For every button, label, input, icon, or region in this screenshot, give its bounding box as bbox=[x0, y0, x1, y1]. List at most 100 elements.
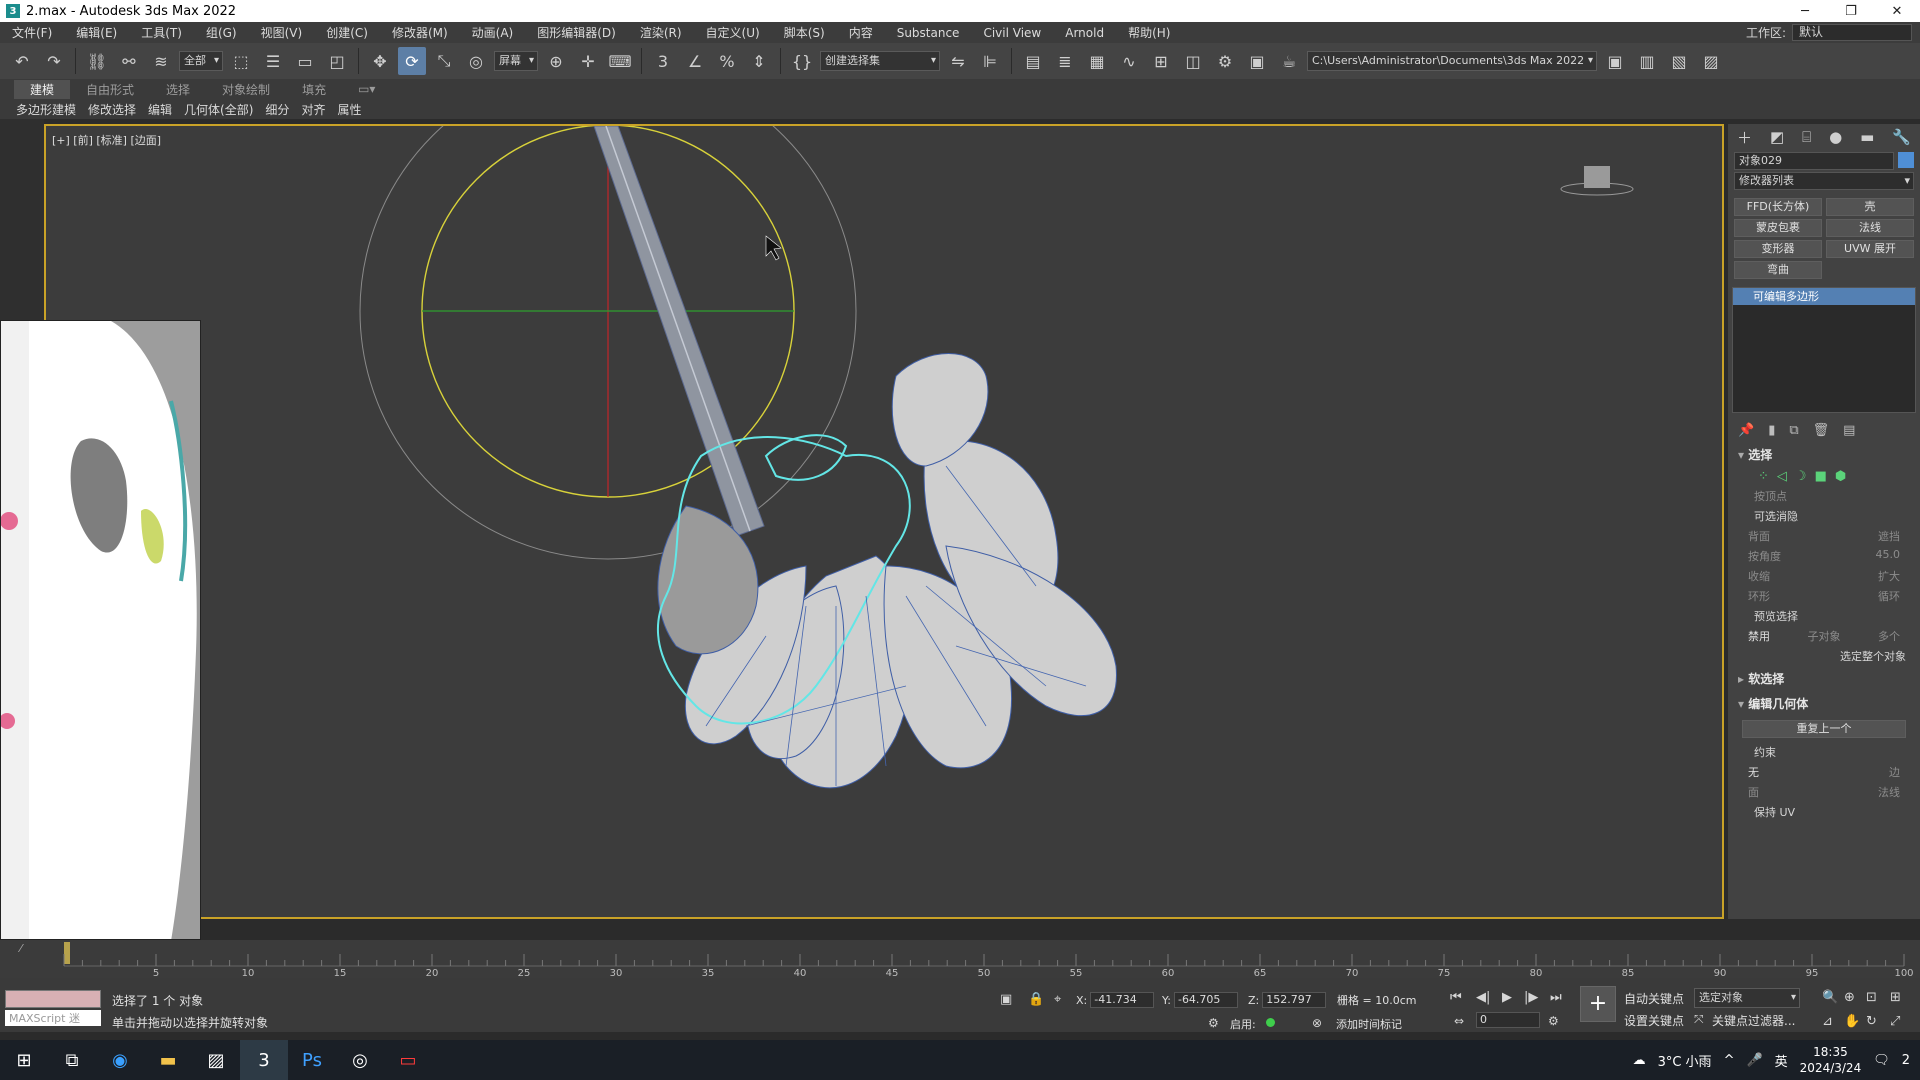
recorder-icon[interactable]: ▭ bbox=[384, 1040, 432, 1080]
set-key-button[interactable]: 设置关键点 bbox=[1624, 1012, 1684, 1029]
clock[interactable]: 18:35 2024/3/24 bbox=[1800, 1044, 1862, 1076]
menu-rendering[interactable]: 渲染(R) bbox=[628, 24, 694, 41]
selection-rollout-title[interactable]: 选择 bbox=[1728, 442, 1920, 467]
front-viewport[interactable]: [+] [前] [标准] [边面] bbox=[44, 124, 1724, 919]
rendered-frame-window-icon[interactable]: ▣ bbox=[1243, 47, 1271, 75]
soft-selection-rollout-title[interactable]: 软选择 bbox=[1728, 666, 1920, 691]
menu-edit[interactable]: 编辑(E) bbox=[64, 24, 129, 41]
modify-tab-icon[interactable]: ◩ bbox=[1770, 128, 1784, 146]
angle-snap-icon[interactable]: ∠ bbox=[681, 47, 709, 75]
absolute-mode-icon[interactable]: ⌖ bbox=[1054, 992, 1061, 1007]
morpher-button[interactable]: 变形器 bbox=[1734, 240, 1822, 258]
field-of-view-icon[interactable]: ⊿ bbox=[1822, 1014, 1833, 1029]
loop-button[interactable]: 循环 bbox=[1878, 588, 1900, 604]
selection-lock-icon[interactable]: 🔒 bbox=[1028, 992, 1044, 1007]
play-icon[interactable]: ▶ bbox=[1502, 990, 1512, 1005]
undo-icon[interactable]: ↶ bbox=[8, 47, 36, 75]
uvw-unwrap-button[interactable]: UVW 展开 bbox=[1826, 240, 1914, 258]
shrink-button[interactable]: 收缩 bbox=[1748, 568, 1770, 584]
auto-key-button[interactable]: 自动关键点 bbox=[1624, 990, 1684, 1007]
link-icon[interactable]: ⛓ bbox=[83, 47, 111, 75]
x-field[interactable]: -41.734 bbox=[1090, 992, 1155, 1008]
menu-file[interactable]: 文件(F) bbox=[0, 24, 64, 41]
display-tab-icon[interactable]: ▬ bbox=[1860, 128, 1874, 146]
select-scale-icon[interactable]: ⤡ bbox=[430, 47, 458, 75]
rectangular-selection-icon[interactable]: ▭ bbox=[291, 47, 319, 75]
menu-animation[interactable]: 动画(A) bbox=[460, 24, 526, 41]
selected-object-dropdown[interactable]: 选定对象 bbox=[1694, 988, 1800, 1008]
grow-button[interactable]: 扩大 bbox=[1878, 568, 1900, 584]
normal-button[interactable]: 法线 bbox=[1826, 219, 1914, 237]
menu-arnold[interactable]: Arnold bbox=[1053, 26, 1116, 40]
menu-content[interactable]: 内容 bbox=[837, 24, 885, 41]
object-name-field[interactable]: 对象029 bbox=[1734, 152, 1894, 170]
tab-selection[interactable]: 选择 bbox=[150, 80, 206, 99]
select-by-name-icon[interactable]: ☰ bbox=[259, 47, 287, 75]
maximize-viewport-icon[interactable]: ⤢ bbox=[1890, 1014, 1900, 1029]
adaptive-degradation-icon[interactable]: ⚙ bbox=[1208, 1016, 1219, 1030]
unlink-icon[interactable]: ⚯ bbox=[115, 47, 143, 75]
menu-modifiers[interactable]: 修改器(M) bbox=[380, 24, 460, 41]
motion-tab-icon[interactable]: ● bbox=[1829, 128, 1842, 146]
scene-explorer-icon[interactable]: ▤ bbox=[1019, 47, 1047, 75]
project-path-dropdown[interactable]: C:\Users\Administrator\Documents\3ds Max… bbox=[1307, 51, 1597, 71]
tab-object-paint[interactable]: 对象绘制 bbox=[206, 80, 286, 99]
schematic-view-icon[interactable]: ⊞ bbox=[1147, 47, 1175, 75]
file-explorer-icon[interactable]: ▬ bbox=[144, 1040, 192, 1080]
tab-freeform[interactable]: 自由形式 bbox=[70, 80, 150, 99]
menu-group[interactable]: 组(G) bbox=[194, 24, 249, 41]
maximize-button[interactable]: ❐ bbox=[1828, 0, 1874, 22]
microphone-icon[interactable]: 🎤 bbox=[1746, 1053, 1762, 1068]
edit-named-selection-icon[interactable]: {} bbox=[788, 47, 816, 75]
y-field[interactable]: -64.705 bbox=[1173, 992, 1238, 1008]
time-slider[interactable]: ⁄ 5 10 15 20 25 30 35 40 45 50 55 60 65 70 75 80 85 90 95 1… bbox=[0, 940, 1920, 978]
set-key-icon[interactable]: + bbox=[1580, 986, 1616, 1022]
windows-start-icon[interactable]: ⊞ bbox=[0, 1040, 48, 1080]
shell-button[interactable]: 壳 bbox=[1826, 198, 1914, 216]
select-object-icon[interactable]: ⬚ bbox=[227, 47, 255, 75]
zoom-extents-icon[interactable]: ⊡ bbox=[1866, 990, 1877, 1005]
ribbon-toggle-icon[interactable]: ▦ bbox=[1083, 47, 1111, 75]
weather-text[interactable]: 3°C 小雨 bbox=[1658, 1051, 1712, 1070]
menu-help[interactable]: 帮助(H) bbox=[1116, 24, 1182, 41]
bend-button[interactable]: 弯曲 bbox=[1734, 261, 1822, 279]
subtab-subdivision[interactable]: 细分 bbox=[259, 101, 295, 118]
subtab-align[interactable]: 对齐 bbox=[295, 101, 331, 118]
orbit-icon[interactable]: ↻ bbox=[1866, 1014, 1877, 1029]
workspace-dropdown[interactable]: 默认 bbox=[1792, 24, 1912, 41]
input-language[interactable]: 英 bbox=[1775, 1051, 1788, 1070]
layer-explorer-icon[interactable]: ≣ bbox=[1051, 47, 1079, 75]
constraint-none-radio[interactable]: 无 bbox=[1748, 764, 1759, 780]
element-mode-icon[interactable]: ⬢ bbox=[1835, 469, 1846, 484]
notification-center-icon[interactable]: 🗨 bbox=[1873, 1053, 1890, 1068]
reference-coordinate-dropdown[interactable]: 屏幕 bbox=[494, 51, 538, 71]
zoom-all-icon[interactable]: ⊕ bbox=[1844, 990, 1855, 1005]
angle-value-field[interactable]: 45.0 bbox=[1876, 548, 1901, 564]
project-folder-icon[interactable]: ▣ bbox=[1601, 47, 1629, 75]
subtab-modify-selection[interactable]: 修改选择 bbox=[82, 101, 142, 118]
make-unique-icon[interactable]: ⧉ bbox=[1789, 423, 1798, 438]
zoom-icon[interactable]: 🔍 bbox=[1822, 990, 1838, 1005]
polygon-mode-icon[interactable]: ■ bbox=[1815, 469, 1827, 484]
select-manipulate-icon[interactable]: ✛ bbox=[574, 47, 602, 75]
backface-checkbox[interactable]: 背面 bbox=[1748, 528, 1770, 544]
menu-views[interactable]: 视图(V) bbox=[249, 24, 315, 41]
subtab-properties[interactable]: 属性 bbox=[331, 101, 367, 118]
go-to-start-icon[interactable]: ⏮ bbox=[1450, 990, 1462, 1005]
pan-view-icon[interactable]: ✋ bbox=[1844, 1014, 1860, 1029]
menu-tools[interactable]: 工具(T) bbox=[129, 24, 194, 41]
time-configuration-icon[interactable]: ⚙ bbox=[1548, 1014, 1559, 1028]
menu-substance[interactable]: Substance bbox=[885, 26, 972, 40]
edit-geometry-rollout-title[interactable]: 编辑几何体 bbox=[1728, 691, 1920, 716]
pin-stack-icon[interactable]: 📌 bbox=[1738, 423, 1754, 438]
edge-browser-icon[interactable]: ◉ bbox=[96, 1040, 144, 1080]
add-time-tag-button[interactable]: 添加时间标记 bbox=[1336, 1016, 1402, 1032]
subtab-edit[interactable]: 编辑 bbox=[142, 101, 178, 118]
select-move-icon[interactable]: ✥ bbox=[366, 47, 394, 75]
camera-icon[interactable]: ◎ bbox=[336, 1040, 384, 1080]
stack-item-editable-poly[interactable]: 可编辑多边形 bbox=[1733, 288, 1915, 305]
modifier-list-dropdown[interactable]: 修改器列表 bbox=[1734, 172, 1914, 190]
align-icon[interactable]: ⊫ bbox=[976, 47, 1004, 75]
occluded-checkbox[interactable]: 遮挡 bbox=[1878, 528, 1900, 544]
bind-space-warp-icon[interactable]: ≋ bbox=[147, 47, 175, 75]
